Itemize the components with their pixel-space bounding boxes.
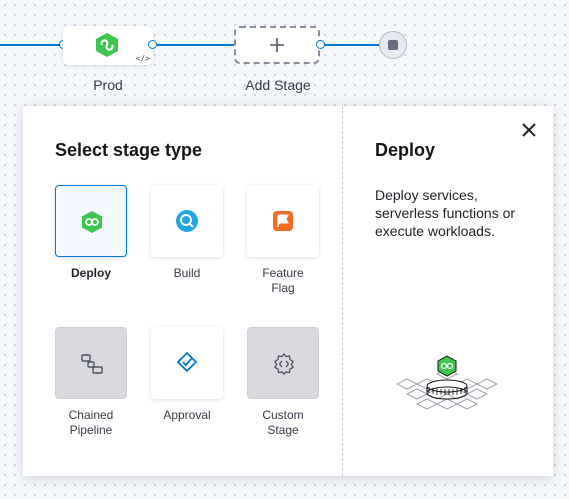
stage-card-build[interactable] <box>151 185 223 257</box>
pipeline-end-node <box>379 31 407 59</box>
stage-card-label-deploy: Deploy <box>70 266 111 280</box>
custom-stage-icon <box>274 352 294 375</box>
stage-node-prod[interactable]: </> <box>63 26 153 65</box>
stage-card-label-approval: Approval <box>163 408 211 422</box>
build-icon <box>176 210 198 232</box>
select-stage-dialog: Select stage type Deploy Build Feature F… <box>23 106 553 476</box>
stop-icon <box>388 40 398 50</box>
detail-description: Deploy services, serverless functions or… <box>375 187 516 239</box>
close-icon[interactable] <box>521 122 537 138</box>
connector-line <box>0 44 63 46</box>
pipeline-canvas: </> Prod Add Stage <box>0 0 569 100</box>
deploy-illustration-icon <box>396 355 498 410</box>
chained-pipeline-icon <box>81 354 103 374</box>
deploy-icon <box>96 33 118 57</box>
connector-line <box>325 44 380 46</box>
stage-card-feature-flag[interactable] <box>247 185 319 257</box>
code-icon: </> <box>135 54 150 63</box>
stage-card-approval[interactable] <box>151 327 223 399</box>
approval-icon <box>176 351 198 373</box>
connector-port[interactable] <box>316 40 325 49</box>
stage-card-custom-stage[interactable] <box>247 327 319 399</box>
deploy-icon <box>82 211 102 233</box>
stage-card-label-custom-stage: Custom Stage <box>262 408 304 437</box>
add-stage-button[interactable] <box>234 26 320 64</box>
stage-card-deploy[interactable] <box>55 185 127 257</box>
detail-title: Deploy <box>375 140 436 160</box>
connector-line <box>157 44 235 46</box>
stage-card-chained-pipeline[interactable] <box>55 327 127 399</box>
plus-icon <box>270 38 284 52</box>
dialog-title: Select stage type <box>55 140 203 160</box>
stage-detail-panel: Deploy Deploy services, serverless funct… <box>343 106 553 476</box>
stage-card-label-feature-flag: Feature Flag <box>262 266 304 295</box>
stage-type-panel: Select stage type Deploy Build Feature F… <box>23 106 342 476</box>
stage-card-label-chained-pipeline: Chained Pipeline <box>68 408 114 437</box>
add-stage-label: Add Stage <box>245 77 311 93</box>
connector-port[interactable] <box>148 40 157 49</box>
stage-label-prod: Prod <box>93 77 123 93</box>
feature-flag-icon <box>273 211 293 231</box>
stage-card-label-build: Build <box>173 266 201 280</box>
